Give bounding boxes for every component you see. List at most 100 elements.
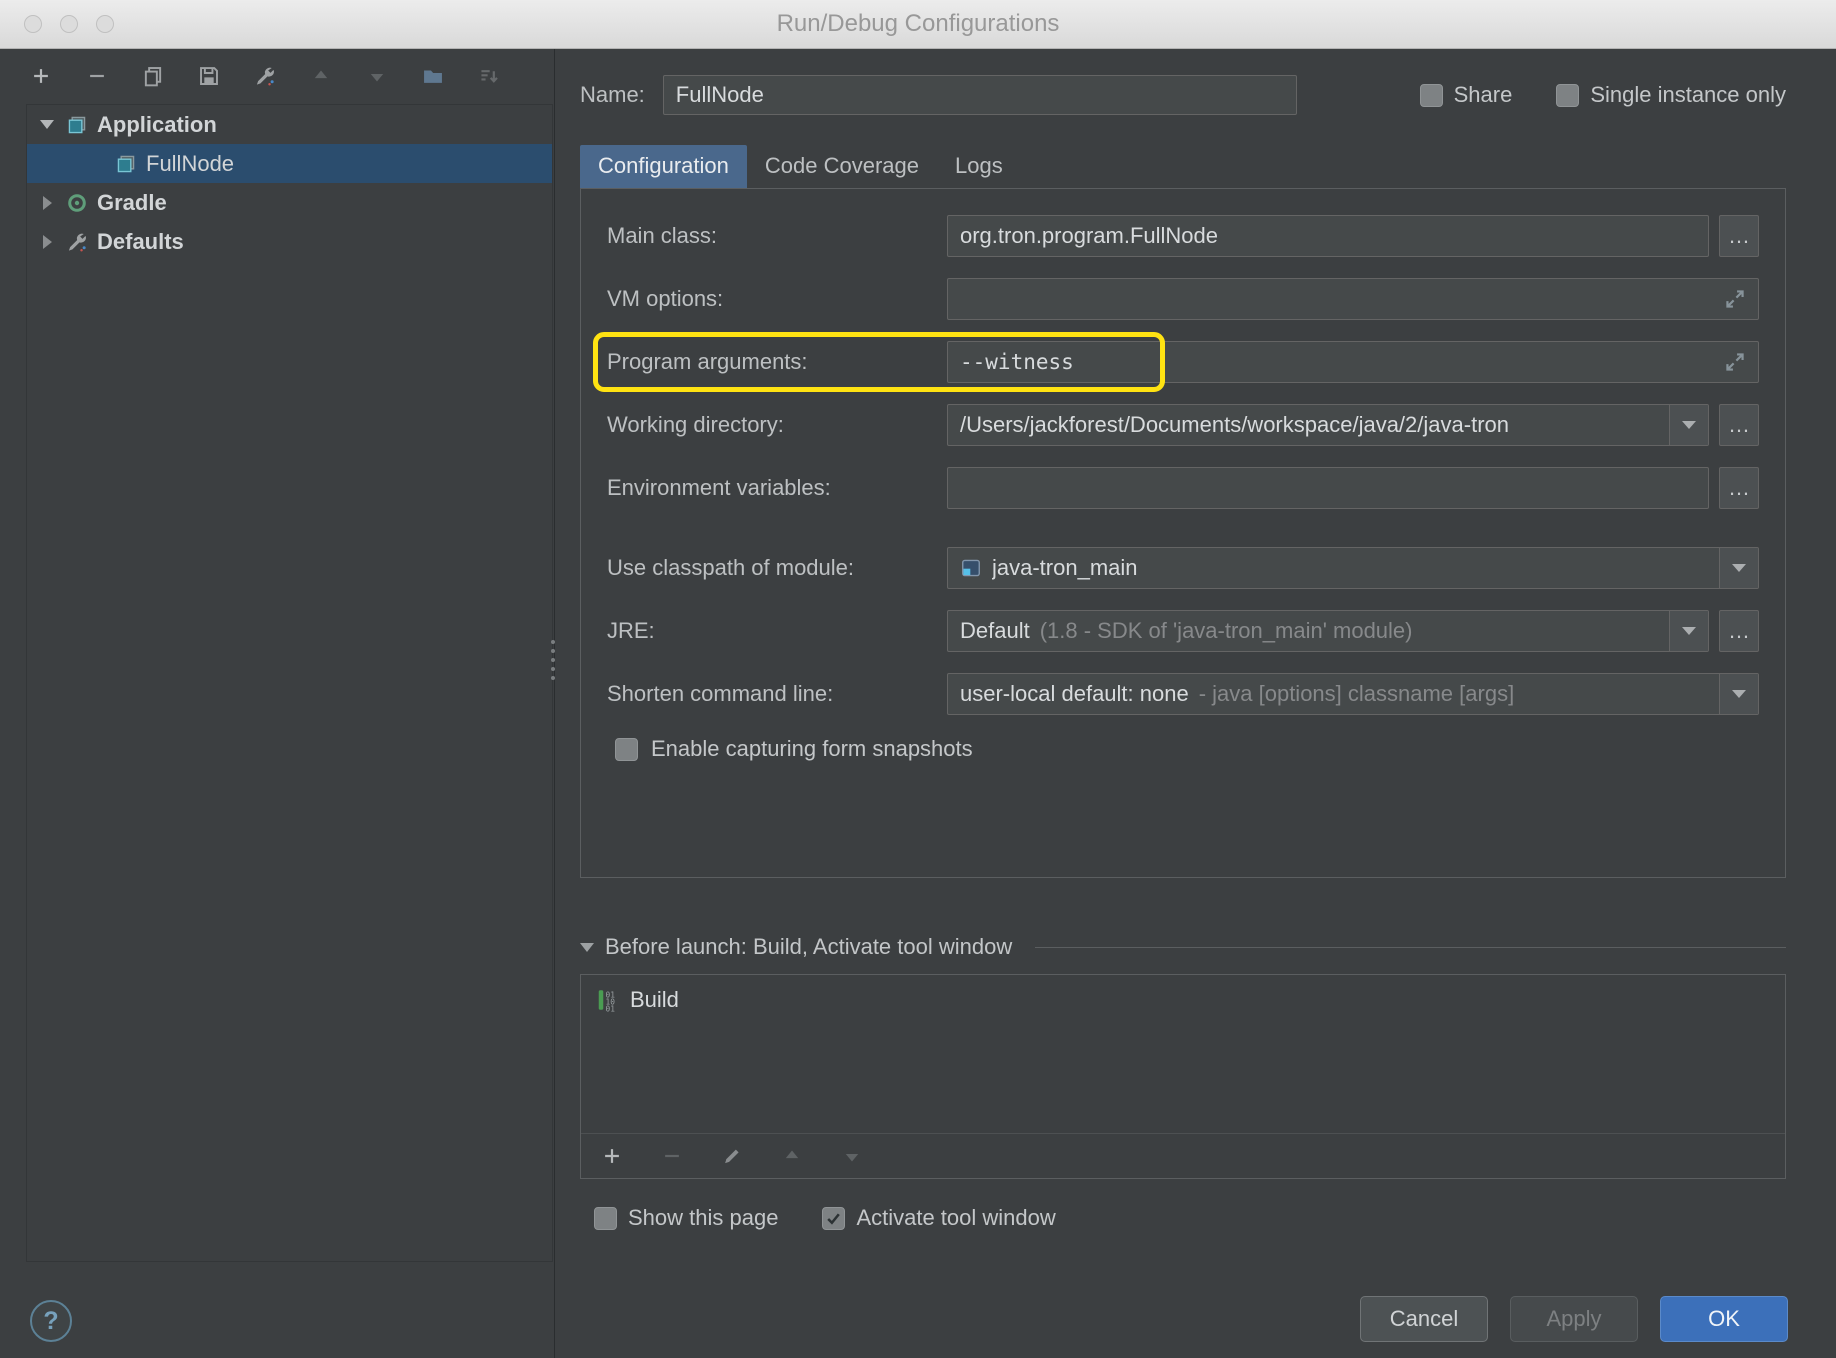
- save-icon: [198, 65, 220, 87]
- tab-code-coverage[interactable]: Code Coverage: [747, 145, 937, 188]
- zoom-button[interactable]: [96, 15, 114, 33]
- environment-variables-browse-button[interactable]: …: [1719, 467, 1759, 509]
- tree-item-label: Defaults: [97, 229, 184, 255]
- working-directory-browse-button[interactable]: …: [1719, 404, 1759, 446]
- vm-options-label: VM options:: [607, 286, 947, 312]
- gradle-icon: [66, 192, 88, 214]
- jre-label: JRE:: [607, 618, 947, 644]
- shorten-command-line-dropdown-button[interactable]: [1719, 674, 1758, 714]
- close-button[interactable]: [24, 15, 42, 33]
- move-up-icon: [310, 65, 332, 87]
- edit-task-button[interactable]: [717, 1141, 747, 1171]
- main-class-input[interactable]: org.tron.program.FullNode: [947, 215, 1709, 257]
- single-instance-checkbox-group[interactable]: Single instance only: [1556, 82, 1786, 108]
- panel-splitter-handle[interactable]: [551, 640, 555, 680]
- configurations-sidebar: Application FullNode Gradle Defaults: [0, 49, 555, 1358]
- capture-snapshots-checkbox[interactable]: [615, 738, 638, 761]
- activate-tool-window-group[interactable]: Activate tool window: [822, 1205, 1055, 1231]
- expand-toggle[interactable]: [37, 120, 57, 129]
- copy-configuration-button[interactable]: [138, 61, 168, 91]
- configuration-editor: Name: Share Single instance only Configu…: [556, 49, 1836, 1358]
- add-icon: [30, 65, 52, 87]
- capture-snapshots-row[interactable]: Enable capturing form snapshots: [607, 736, 1759, 762]
- vm-options-input[interactable]: [947, 278, 1759, 320]
- single-instance-checkbox[interactable]: [1556, 84, 1579, 107]
- configurations-tree: Application FullNode Gradle Defaults: [26, 104, 553, 1262]
- tree-item-fullnode[interactable]: FullNode: [27, 144, 552, 183]
- jre-browse-button[interactable]: …: [1719, 610, 1759, 652]
- before-launch-box: 01 10 01 Build: [580, 974, 1786, 1179]
- chevron-down-icon: [1732, 690, 1746, 698]
- share-label: Share: [1454, 82, 1513, 108]
- environment-variables-row: Environment variables: …: [607, 467, 1759, 509]
- share-checkbox[interactable]: [1420, 84, 1443, 107]
- wrench-icon: [254, 65, 276, 87]
- show-this-page-group[interactable]: Show this page: [594, 1205, 778, 1231]
- add-configuration-button[interactable]: [26, 61, 56, 91]
- tree-item-label: FullNode: [146, 151, 234, 177]
- minimize-button[interactable]: [60, 15, 78, 33]
- tree-item-gradle[interactable]: Gradle: [27, 183, 552, 222]
- chevron-down-icon: [580, 943, 594, 952]
- classpath-module-row: Use classpath of module: java-tron_main: [607, 547, 1759, 589]
- move-up-button[interactable]: [306, 61, 336, 91]
- cancel-button[interactable]: Cancel: [1360, 1296, 1488, 1342]
- expand-toggle[interactable]: [37, 235, 57, 249]
- move-down-button[interactable]: [362, 61, 392, 91]
- before-launch-header[interactable]: Before launch: Build, Activate tool wind…: [580, 934, 1786, 960]
- sidebar-toolbar: [0, 49, 554, 103]
- expand-field-button[interactable]: [1724, 288, 1746, 310]
- tab-configuration[interactable]: Configuration: [580, 145, 747, 188]
- tree-item-defaults[interactable]: Defaults: [27, 222, 552, 261]
- before-launch-list: 01 10 01 Build: [581, 975, 1785, 1133]
- move-down-icon: [366, 65, 388, 87]
- add-icon: [601, 1145, 623, 1167]
- tree-item-label: Gradle: [97, 190, 167, 216]
- remove-configuration-button[interactable]: [82, 61, 112, 91]
- jre-row: JRE: Default (1.8 - SDK of 'java-tron_ma…: [607, 610, 1759, 652]
- chevron-down-icon: [1682, 421, 1696, 429]
- expand-field-button[interactable]: [1724, 351, 1746, 373]
- working-directory-label: Working directory:: [607, 412, 947, 438]
- main-class-label: Main class:: [607, 223, 947, 249]
- shorten-command-line-combo[interactable]: user-local default: none - java [options…: [947, 673, 1759, 715]
- classpath-module-combo[interactable]: java-tron_main: [947, 547, 1759, 589]
- save-configuration-button[interactable]: [194, 61, 224, 91]
- expand-toggle[interactable]: [37, 196, 57, 210]
- environment-variables-input[interactable]: [947, 467, 1709, 509]
- configuration-tabs: Configuration Code Coverage Logs: [580, 145, 1786, 188]
- create-folder-button[interactable]: [418, 61, 448, 91]
- edit-defaults-button[interactable]: [250, 61, 280, 91]
- move-task-down-button[interactable]: [837, 1141, 867, 1171]
- remove-task-button[interactable]: [657, 1141, 687, 1171]
- show-this-page-checkbox[interactable]: [594, 1207, 617, 1230]
- working-directory-combo[interactable]: /Users/jackforest/Documents/workspace/ja…: [947, 404, 1709, 446]
- activate-tool-window-checkbox[interactable]: [822, 1207, 845, 1230]
- tree-item-application[interactable]: Application: [27, 105, 552, 144]
- name-input[interactable]: [663, 75, 1297, 115]
- help-button[interactable]: ?: [30, 1300, 72, 1342]
- application-icon: [66, 114, 88, 136]
- add-task-button[interactable]: [597, 1141, 627, 1171]
- before-launch-options: Show this page Activate tool window: [580, 1205, 1786, 1231]
- ok-button[interactable]: OK: [1660, 1296, 1788, 1342]
- jre-combo[interactable]: Default (1.8 - SDK of 'java-tron_main' m…: [947, 610, 1709, 652]
- sort-configurations-button[interactable]: [474, 61, 504, 91]
- classpath-module-label: Use classpath of module:: [607, 555, 947, 581]
- working-directory-dropdown-button[interactable]: [1669, 405, 1708, 445]
- chevron-down-icon: [1732, 564, 1746, 572]
- application-icon: [115, 153, 137, 175]
- classpath-module-dropdown-button[interactable]: [1719, 548, 1758, 588]
- expand-icon: [1724, 288, 1746, 310]
- program-arguments-input[interactable]: --witness: [947, 341, 1759, 383]
- move-task-up-button[interactable]: [777, 1141, 807, 1171]
- jre-dropdown-button[interactable]: [1669, 611, 1708, 651]
- program-arguments-label: Program arguments:: [607, 349, 947, 375]
- main-class-browse-button[interactable]: …: [1719, 215, 1759, 257]
- svg-text:01: 01: [606, 1004, 616, 1012]
- before-launch-item-build[interactable]: 01 10 01 Build: [581, 983, 1785, 1017]
- share-checkbox-group[interactable]: Share: [1420, 82, 1513, 108]
- vm-options-row: VM options:: [607, 278, 1759, 320]
- tab-logs[interactable]: Logs: [937, 145, 1021, 188]
- apply-button[interactable]: Apply: [1510, 1296, 1638, 1342]
